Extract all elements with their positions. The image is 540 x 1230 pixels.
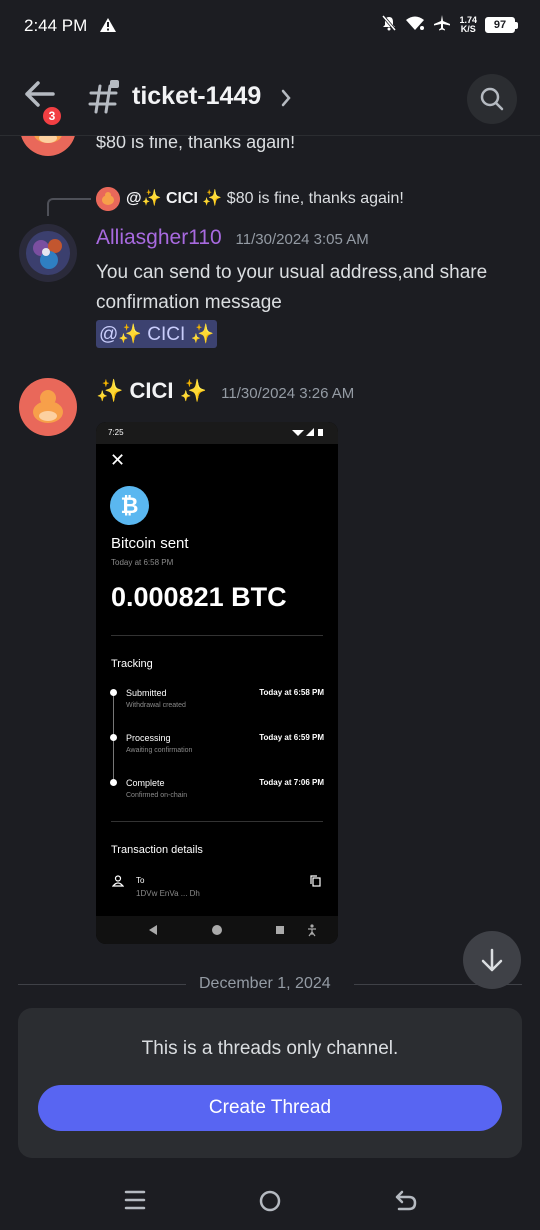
message-timestamp: 11/30/2024 3:26 AM bbox=[221, 385, 355, 402]
status-time: 2:44 PM bbox=[24, 16, 88, 35]
attachment-status-bar: 7:25 bbox=[96, 422, 338, 444]
attachment-date: Today at 6:58 PM bbox=[111, 558, 174, 567]
step-subtitle: Awaiting confirmation bbox=[126, 747, 193, 754]
scroll-to-bottom-button[interactable] bbox=[463, 931, 521, 989]
step-title: Processing bbox=[126, 733, 171, 743]
back-nav-icon[interactable] bbox=[394, 1189, 418, 1213]
avatar[interactable] bbox=[19, 378, 77, 436]
reply-connector bbox=[47, 198, 91, 216]
reply-author: @✨ CICI ✨ bbox=[126, 190, 223, 207]
step-subtitle: Withdrawal created bbox=[126, 702, 186, 709]
attachment-nav-bar bbox=[96, 916, 338, 944]
threads-only-panel: This is a threads only channel. Create T… bbox=[18, 1008, 522, 1158]
message-timestamp: 11/30/2024 3:05 AM bbox=[235, 231, 369, 248]
avatar[interactable] bbox=[19, 224, 77, 282]
to-address: 1DVw EnVa ... Dh bbox=[136, 889, 200, 898]
mention-chip[interactable]: @✨ CICI ✨ bbox=[96, 320, 218, 348]
step-dot bbox=[110, 734, 117, 741]
home-icon[interactable] bbox=[258, 1189, 282, 1213]
divider bbox=[18, 984, 186, 985]
reply-preview[interactable]: @✨ CICI ✨ $80 is fine, thanks again! bbox=[126, 188, 404, 208]
hash-icon bbox=[86, 79, 122, 120]
attachment-title: Bitcoin sent bbox=[111, 535, 189, 552]
notification-badge: 3 bbox=[40, 104, 64, 128]
to-label: To bbox=[136, 876, 145, 885]
battery-icon: 97 bbox=[485, 17, 518, 33]
image-attachment[interactable]: 7:25 ✕ ₿ Bitcoin sent Today at 6:58 PM 0… bbox=[96, 422, 338, 944]
threads-only-notice: This is a threads only channel. bbox=[141, 1038, 399, 1059]
divider bbox=[111, 635, 323, 636]
copy-icon bbox=[310, 874, 321, 892]
arrow-down-icon bbox=[481, 948, 503, 972]
system-nav-bar bbox=[0, 1170, 540, 1230]
step-subtitle: Confirmed on-chain bbox=[126, 792, 188, 799]
reply-text: $80 is fine, thanks again! bbox=[226, 190, 404, 207]
network-speed: 1.74 K/S bbox=[459, 15, 477, 34]
avatar bbox=[96, 187, 120, 211]
chevron-right-icon[interactable] bbox=[280, 88, 292, 112]
step-title: Submitted bbox=[126, 688, 167, 698]
divider bbox=[111, 821, 323, 822]
message-author[interactable]: ✨ CICI ✨ 11/30/2024 3:26 AM bbox=[96, 378, 354, 404]
svg-text:₿: ₿ bbox=[121, 493, 139, 518]
step-dot bbox=[110, 779, 117, 786]
search-button[interactable] bbox=[467, 74, 517, 124]
attachment-amount: 0.000821 BTC bbox=[111, 582, 287, 612]
step-time: Today at 6:59 PM bbox=[259, 733, 324, 742]
channel-header: ticket-1449 bbox=[0, 60, 540, 136]
menu-icon[interactable] bbox=[124, 1190, 146, 1210]
date-divider: December 1, 2024 bbox=[199, 975, 331, 992]
status-icons: 1.74 K/S 97 bbox=[381, 14, 518, 36]
airplane-icon bbox=[433, 14, 451, 36]
wifi-icon bbox=[405, 15, 425, 35]
tracking-label: Tracking bbox=[111, 658, 153, 670]
step-dot bbox=[110, 689, 117, 696]
close-icon: ✕ bbox=[110, 450, 126, 470]
person-icon bbox=[111, 874, 125, 892]
signal-icons bbox=[292, 428, 323, 436]
divider bbox=[354, 984, 522, 985]
transaction-details-label: Transaction details bbox=[111, 844, 203, 856]
message-author[interactable]: Alliasgher110 11/30/2024 3:05 AM bbox=[96, 226, 369, 250]
step-title: Complete bbox=[126, 778, 165, 788]
bitcoin-icon: ₿ bbox=[110, 486, 149, 525]
step-time: Today at 6:58 PM bbox=[259, 688, 324, 697]
search-icon bbox=[480, 87, 504, 111]
message-text: You can send to your usual address,and s… bbox=[96, 262, 488, 313]
mute-bell-icon bbox=[381, 15, 397, 35]
create-thread-button[interactable]: Create Thread bbox=[38, 1085, 502, 1131]
step-time: Today at 7:06 PM bbox=[259, 778, 324, 787]
warning-icon bbox=[100, 17, 116, 36]
channel-title[interactable]: ticket-1449 bbox=[132, 82, 261, 111]
